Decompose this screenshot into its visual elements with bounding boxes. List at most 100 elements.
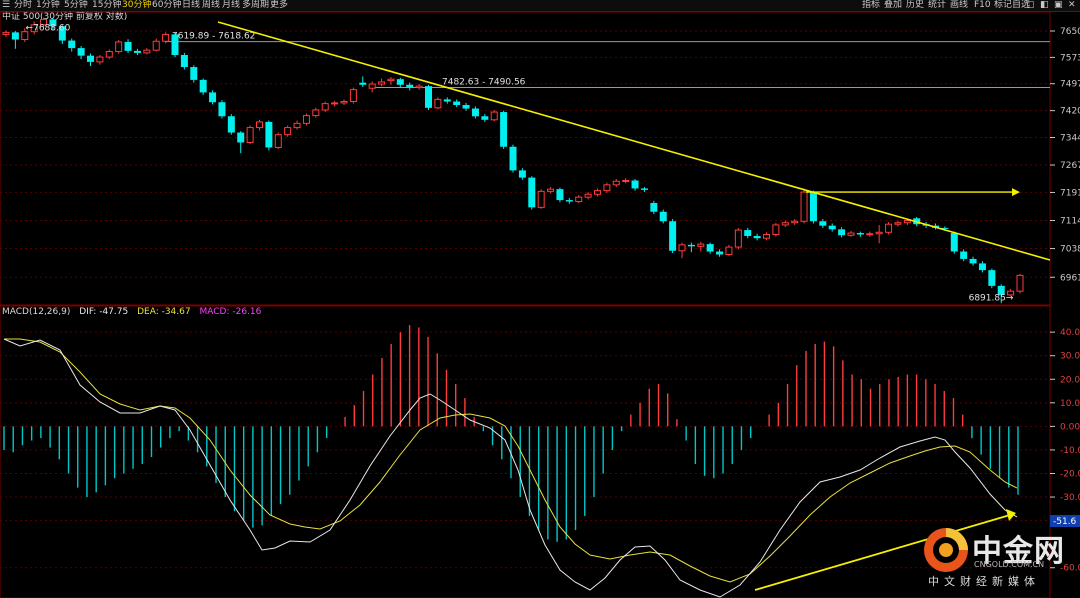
candle-body-20 (190, 67, 198, 80)
candle-body-28 (265, 121, 273, 148)
candle-body-91 (856, 233, 864, 235)
candle-body-22 (209, 92, 217, 103)
candle-body-83 (781, 222, 789, 226)
candle-body-12 (115, 41, 123, 53)
high-label: ←7688.60 (26, 24, 71, 34)
candle-body-34 (321, 103, 329, 111)
candle-body-1 (11, 32, 19, 40)
candle-body-40 (378, 81, 386, 85)
candle-body-96 (903, 220, 911, 224)
candle-body-23 (218, 102, 226, 117)
candle-body-51 (481, 116, 489, 120)
candle-body-102 (960, 251, 968, 259)
candle-body-16 (152, 40, 160, 51)
candle-body-55 (518, 170, 526, 178)
candle-body-61 (575, 196, 583, 203)
candle-body-78 (734, 229, 742, 248)
candle-body-65 (612, 180, 620, 186)
candle-body-47 (443, 99, 451, 102)
candle-body-0 (2, 31, 10, 35)
price-tick-label-0: 7650 (1060, 27, 1080, 37)
candle-body-108 (1016, 274, 1024, 292)
candle-body-92 (866, 233, 874, 236)
candle-body-33 (312, 109, 320, 117)
candle-body-19 (180, 54, 188, 68)
chart-svg: 7650 7573 7497 7420 7344 7267 7191 7114 7038 6961… (0, 11, 1080, 598)
candle-body-43 (406, 84, 414, 88)
candle-body-84 (791, 220, 799, 224)
candle-body-29 (274, 134, 282, 148)
candle-body-88 (828, 225, 836, 230)
macd-tick-label-1: 30.00 (1060, 352, 1080, 362)
macd-tick-label-2: 20.00 (1060, 375, 1080, 385)
range-label-1: 7619.89 - 7618.62 (172, 32, 255, 42)
candle-body-57 (537, 190, 545, 208)
candle-body-79 (744, 230, 752, 236)
candle-body-81 (763, 233, 770, 239)
candle-body-68 (640, 188, 648, 190)
price-tick-label-3: 7420 (1060, 107, 1080, 117)
dif-label: DIF: -47.75 (79, 307, 129, 317)
candle-body-11 (105, 51, 113, 58)
range-label-2: 7482.63 - 7490.56 (442, 78, 526, 88)
candle-body-38 (359, 82, 367, 85)
candle-body-104 (978, 263, 986, 271)
candle-body-70 (659, 211, 667, 222)
price-tick-label-7: 7114 (1060, 217, 1080, 227)
candle-body-25 (237, 132, 245, 143)
candle-body-42 (396, 79, 404, 85)
candle-body-18 (171, 34, 179, 55)
price-tick-label-5: 7267 (1060, 161, 1080, 171)
candle-body-35 (331, 102, 339, 105)
candle-body-77 (725, 246, 733, 255)
cngold-logo: 中金网 CNGOLD.COM.CN 中文财经新媒体 (922, 524, 1080, 598)
candle-body-93 (875, 231, 883, 235)
candle-body-64 (603, 184, 611, 192)
candle-body-10 (96, 56, 104, 63)
candle-body-13 (124, 41, 132, 51)
candle-body-80 (753, 235, 761, 239)
price-panel-frame (0, 11, 1051, 306)
candle-body-26 (246, 127, 254, 143)
candle-body-49 (462, 105, 470, 109)
candle-body-44 (415, 85, 423, 89)
candle-body-31 (293, 122, 301, 129)
candle-body-74 (697, 243, 705, 247)
candle-body-50 (471, 108, 479, 117)
candle-body-73 (687, 244, 695, 247)
candle-body-9 (87, 55, 94, 62)
candle-body-8 (77, 48, 85, 56)
price-tick-label-8: 7038 (1060, 245, 1080, 255)
macd-tick-label-5: -10.00 (1060, 446, 1080, 456)
candle-body-37 (349, 89, 357, 103)
candle-body-56 (528, 177, 536, 208)
candle-body-45 (425, 86, 432, 108)
candle-body-76 (716, 251, 724, 255)
resistance-arrow-head (1012, 188, 1020, 197)
candle-body-89 (838, 229, 846, 236)
candle-body-53 (500, 112, 508, 147)
candle-body-87 (819, 221, 827, 226)
candle-body-95 (894, 222, 902, 225)
candle-body-30 (284, 127, 292, 136)
low-label: 6891.85→ (969, 293, 1014, 303)
candle-body-75 (706, 244, 714, 252)
candle-body-39 (368, 83, 376, 89)
candle-body-67 (631, 180, 639, 189)
price-tick-label-2: 7497 (1060, 80, 1080, 90)
candle-body-63 (594, 190, 601, 195)
candle-body-82 (772, 224, 780, 235)
candle-body-41 (387, 78, 395, 82)
candle-body-17 (162, 33, 170, 42)
price-tick-label-6: 7191 (1060, 188, 1080, 198)
candle-body-71 (669, 221, 677, 251)
candle-body-60 (565, 200, 573, 202)
candle-body-7 (68, 40, 76, 49)
candle-body-15 (143, 49, 151, 54)
candle-body-21 (199, 79, 207, 93)
candle-body-54 (509, 146, 517, 171)
candle-body-66 (622, 179, 630, 182)
logo-tagline: 中文财经新媒体 (928, 575, 1040, 588)
candle-body-105 (988, 270, 996, 286)
candle-body-86 (809, 192, 817, 222)
